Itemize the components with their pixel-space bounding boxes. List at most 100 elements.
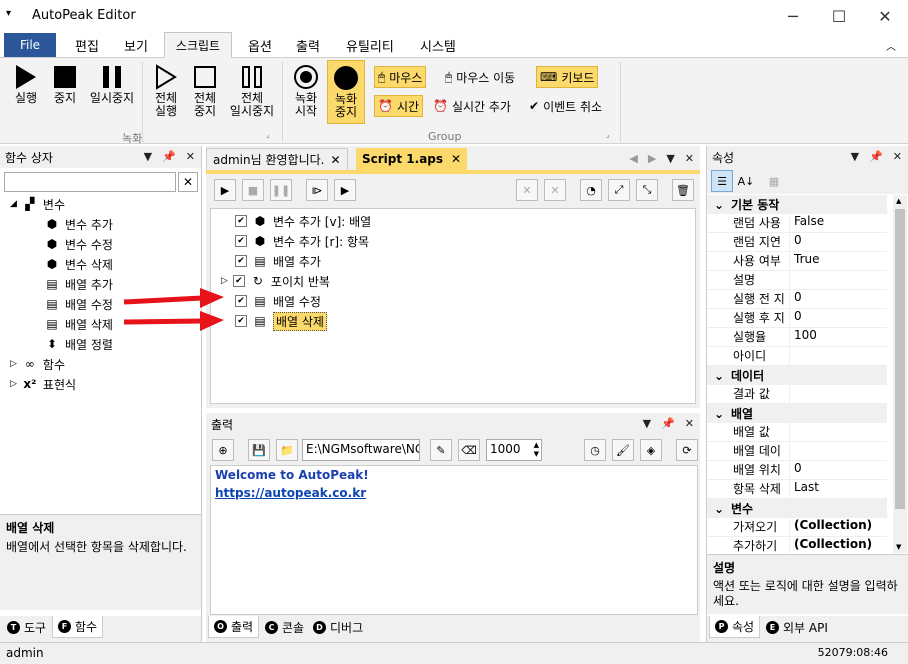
timer-icon[interactable]: ◔ (580, 179, 602, 201)
property-value[interactable]: 0 (789, 309, 887, 327)
close-icon[interactable]: ✕ (685, 417, 694, 430)
website-link[interactable]: https://autopeak.co.kr (215, 486, 693, 500)
property-value[interactable] (789, 423, 887, 441)
collapse-ribbon-icon[interactable]: ︿ (886, 38, 896, 53)
stop-all-button[interactable]: 전체 중지 (187, 62, 223, 118)
mouse-toggle[interactable]: 🖱 마우스 (374, 66, 427, 88)
time-toggle[interactable]: ⏰ 시간 (374, 95, 424, 117)
minimize-button[interactable]: ─ (770, 0, 816, 32)
search-input[interactable] (4, 172, 176, 192)
step-icon[interactable]: ⧐ (306, 179, 328, 201)
close-tab-icon[interactable]: ✕ (451, 152, 461, 166)
run-tool-icon[interactable]: ▶ (214, 179, 236, 201)
tree-node-variables[interactable]: ◢ ▞ 변수 (10, 194, 65, 214)
tab-console[interactable]: C 콘솔 (260, 616, 309, 638)
dropdown-icon[interactable]: ▼ (851, 150, 859, 163)
property-pages-icon[interactable]: ▦ (763, 170, 785, 192)
property-value[interactable]: False (789, 214, 887, 232)
brush-clean-icon[interactable]: ✎ (430, 439, 452, 461)
record-start-button[interactable]: 녹화 시작 (288, 62, 324, 118)
script-line[interactable]: ✔ ▤ 배열 수정 (235, 291, 321, 311)
expand-arrow-icon[interactable]: ▷ (221, 276, 228, 286)
stepper-arrows-icon[interactable]: ▲ ▼ (534, 441, 539, 459)
keyboard-toggle[interactable]: ⌨ 키보드 (536, 66, 599, 88)
expand-icon[interactable]: ⤢ (608, 179, 630, 201)
close-icon[interactable]: ✕ (685, 152, 694, 165)
mouse-move-toggle[interactable]: 🖱 마우스 이동 (442, 66, 518, 88)
menu-edit[interactable]: 편집 (63, 32, 111, 58)
menu-file[interactable]: File (4, 33, 56, 57)
property-value[interactable]: (Collection) (789, 518, 887, 536)
run-all-button[interactable]: 전체 실행 (148, 62, 184, 118)
script-line[interactable]: ▷ ✔ ↻ 포이치 반복 (221, 271, 330, 291)
tree-item-arr-edit[interactable]: ▤ 배열 수정 (44, 294, 113, 314)
clear-search-icon[interactable]: ✕ (178, 172, 198, 192)
sort-alpha-icon[interactable]: A↓ (735, 170, 757, 192)
property-row[interactable]: 실행율 100 (707, 328, 887, 347)
tree-node-expressions[interactable]: ▷ x² 표현식 (10, 374, 76, 394)
property-row[interactable]: 설명 (707, 271, 887, 290)
menu-utility[interactable]: 유틸리티 (334, 32, 406, 58)
tree-item-arr-add[interactable]: ▤ 배열 추가 (44, 274, 113, 294)
property-value[interactable] (789, 385, 887, 403)
collapse-icon[interactable]: ⌄ (707, 407, 731, 421)
tree-item-arr-delete[interactable]: ▤ 배열 삭제 (44, 314, 113, 334)
menu-script[interactable]: 스크립트 (164, 32, 232, 59)
stop-button[interactable]: 중지 (46, 62, 84, 105)
categorized-icon[interactable]: ☰ (711, 170, 733, 192)
close-icon[interactable]: ✕ (186, 150, 195, 163)
tab-external-api[interactable]: E 외부 API (761, 616, 833, 638)
menu-options[interactable]: 옵션 (236, 32, 284, 58)
event-cancel-toggle[interactable]: ✔ 이벤트 취소 (526, 95, 605, 117)
tree-item-var-edit[interactable]: ⬢ 변수 수정 (44, 234, 113, 254)
checkbox[interactable]: ✔ (235, 235, 247, 247)
tree-node-functions[interactable]: ▷ ∞ 함수 (10, 354, 65, 374)
pause-all-button[interactable]: 전체 일시중지 (226, 62, 278, 118)
property-row[interactable]: 아이디 (707, 347, 887, 366)
group-launcher-icon[interactable]: ⌟ (266, 130, 270, 139)
pin-icon[interactable]: 📌 (661, 417, 675, 430)
property-category[interactable]: ⌄ 데이터 (707, 366, 887, 385)
collapse-icon[interactable]: ⤡ (636, 179, 658, 201)
property-value[interactable]: True (789, 252, 887, 270)
tab-tools[interactable]: T 도구 (2, 616, 51, 638)
property-row[interactable]: 결과 값 (707, 385, 887, 404)
pin-icon[interactable]: 📌 (869, 150, 883, 163)
pause-tool-icon[interactable]: ❚❚ (270, 179, 292, 201)
maximize-button[interactable]: ☐ (816, 0, 862, 32)
property-row[interactable]: 실행 전 지 0 (707, 290, 887, 309)
scroll-down-icon[interactable]: ▼ (896, 543, 901, 551)
property-row[interactable]: 실행 후 지 0 (707, 309, 887, 328)
property-value[interactable]: 0 (789, 290, 887, 308)
path-input[interactable]: E:\NGMsoftware\NG (302, 439, 420, 461)
property-row[interactable]: 배열 데이 (707, 442, 887, 461)
tree-item-var-add[interactable]: ⬢ 변수 추가 (44, 214, 113, 234)
next-tab-icon[interactable]: ▶ (648, 152, 656, 165)
tree-item-arr-sort[interactable]: ⬍ 배열 정렬 (44, 334, 113, 354)
property-row[interactable]: 추가하기 (Collection) (707, 537, 887, 553)
collapse-icon[interactable]: ⌄ (707, 198, 731, 212)
menu-system[interactable]: 시스템 (408, 32, 468, 58)
property-category[interactable]: ⌄ 변수 (707, 499, 887, 518)
checkbox[interactable]: ✔ (235, 295, 247, 307)
property-value[interactable]: 0 (789, 461, 887, 479)
checkbox[interactable]: ✔ (235, 315, 247, 327)
clock-icon[interactable]: ◷ (584, 439, 606, 461)
property-row[interactable]: 랜덤 지연 0 (707, 233, 887, 252)
run-button[interactable]: 실행 (6, 62, 46, 105)
property-value[interactable]: 0 (789, 233, 887, 251)
property-value[interactable]: Last (789, 480, 887, 498)
property-row[interactable]: 배열 값 (707, 423, 887, 442)
close-button[interactable]: ✕ (862, 0, 908, 32)
stop-tool-icon[interactable]: ■ (242, 179, 264, 201)
checkbox[interactable]: ✔ (235, 255, 247, 267)
save-icon[interactable]: 💾 (248, 439, 270, 461)
menu-output[interactable]: 출력 (284, 32, 332, 58)
scroll-up-icon[interactable]: ▲ (896, 197, 901, 205)
folder-icon[interactable]: 📁 (276, 439, 298, 461)
dropdown-icon[interactable]: ▼ (144, 150, 152, 163)
scroll-thumb[interactable] (895, 209, 905, 509)
property-row[interactable]: 항목 삭제 Last (707, 480, 887, 499)
new-log-icon[interactable]: ⊕ (212, 439, 234, 461)
paint-bucket-icon[interactable]: ◈ (640, 439, 662, 461)
